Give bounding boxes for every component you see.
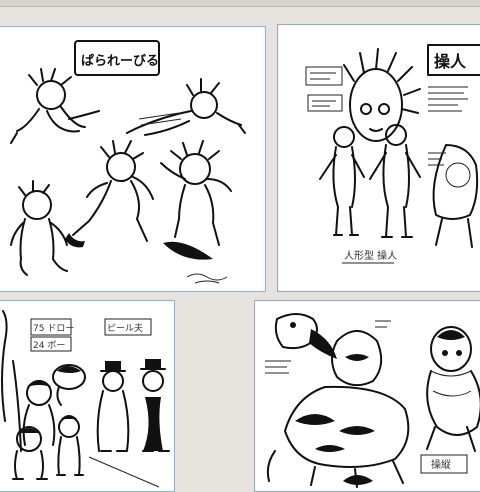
- caption-text: 人形型 操人: [344, 249, 397, 262]
- caption-text: 操縦: [431, 458, 451, 471]
- title-text: ぱられーびる: [81, 53, 159, 69]
- sketch-puppets: 操人 人形型 操人: [305, 44, 480, 264]
- thumbnail-puppet-sheet[interactable]: 操人 人形型 操人: [277, 24, 480, 292]
- sketch-monsters: 操縦: [265, 313, 480, 488]
- label-b: 24 ボー: [33, 340, 65, 351]
- title-text: 操人: [434, 52, 467, 71]
- viewer-top-bar: [0, 0, 480, 7]
- thumbnail-clowns-sheet[interactable]: 75 ドロー 24 ボー ピール夫: [0, 300, 175, 492]
- label-a: 75 ドロー: [33, 324, 74, 334]
- label-c: ピール夫: [107, 322, 143, 334]
- thumbnail-monsters-sheet[interactable]: 操縦: [254, 300, 480, 492]
- sketch-kids: ぱられーびる: [10, 40, 246, 284]
- thumbnail-character-sheet-kids[interactable]: ぱられーびる: [0, 26, 266, 292]
- sketch-clowns: 75 ドロー 24 ボー ピール夫: [1, 310, 170, 488]
